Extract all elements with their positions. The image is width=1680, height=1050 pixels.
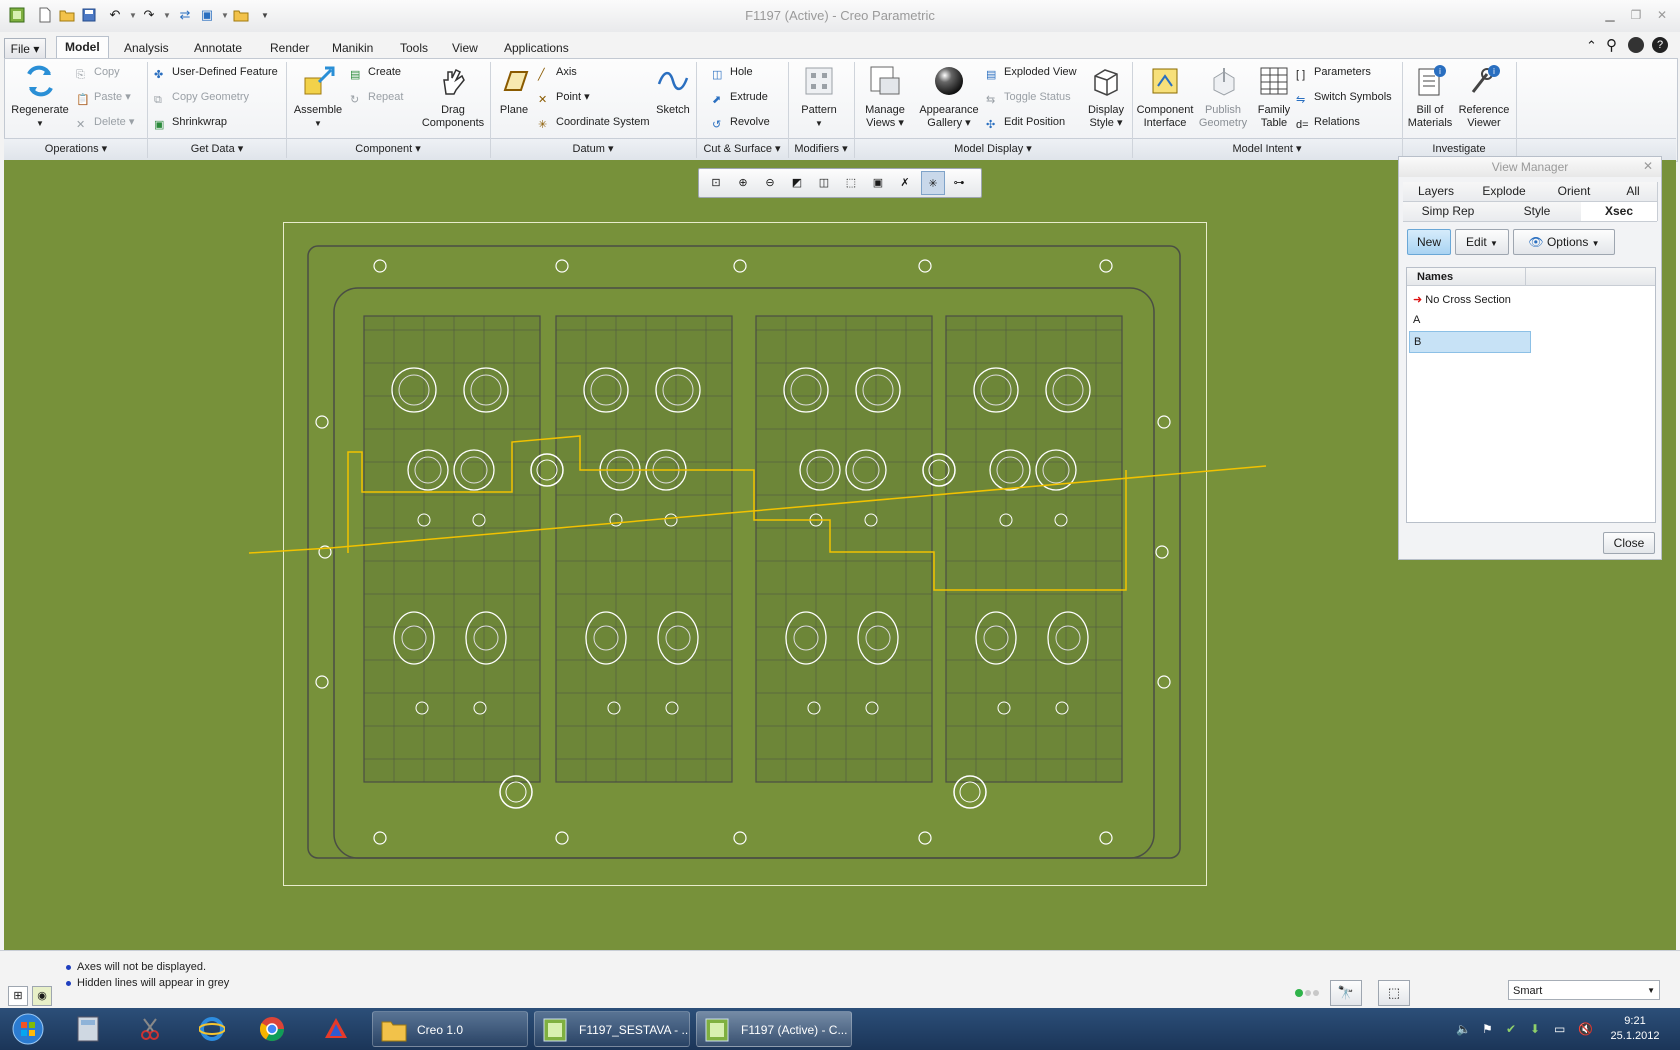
- list-item-label: No Cross Section: [1425, 294, 1511, 306]
- zoom-in-icon[interactable]: ⊕: [732, 171, 754, 193]
- bolt-circle: [1157, 675, 1171, 689]
- view-manager-title: View Manager: [1399, 157, 1661, 177]
- vm-tab-xsec[interactable]: Xsec: [1581, 202, 1658, 221]
- vm-tab-explode[interactable]: Explode: [1469, 182, 1540, 202]
- taskbar-item-f1197-active[interactable]: F1197 (Active) - C...: [696, 1011, 852, 1047]
- system-clock[interactable]: 9:21 25.1.2012: [1600, 1014, 1670, 1044]
- list-item[interactable]: A: [1409, 310, 1529, 330]
- vm-edit-label: Edit: [1466, 235, 1487, 249]
- selection-box-icon[interactable]: ⬚: [1378, 980, 1410, 1006]
- bolt-circle: [733, 259, 747, 273]
- selection-filter-value: Smart: [1513, 985, 1543, 997]
- guide-bushing-inner: [959, 781, 981, 803]
- internet-explorer-icon[interactable]: [190, 1012, 234, 1046]
- bolt-circle: [733, 831, 747, 845]
- cad-app-icon[interactable]: [314, 1012, 358, 1046]
- active-arrow-icon: ➜: [1413, 294, 1423, 306]
- eye-icon: 👁: [1528, 235, 1544, 249]
- bolt-circle: [1099, 259, 1113, 273]
- list-item-label: A: [1413, 314, 1421, 326]
- selection-filter-select[interactable]: Smart ▼: [1508, 980, 1660, 1000]
- security-icon[interactable]: ✔: [1506, 1022, 1516, 1036]
- chevron-down-icon: ▼: [1591, 239, 1600, 248]
- vm-edit-button[interactable]: Edit ▼: [1455, 229, 1509, 255]
- bolt-circle: [315, 675, 329, 689]
- regeneration-status-icon: [1294, 988, 1324, 998]
- browser-toggle-icon[interactable]: ◉: [32, 986, 52, 1006]
- xsec-list: Names ➜ No Cross Section A B: [1406, 267, 1656, 523]
- saved-orientations-icon[interactable]: ⬚: [840, 171, 862, 193]
- cavity-block: [363, 315, 541, 783]
- update-icon[interactable]: ⬇: [1530, 1022, 1540, 1036]
- vm-tab-style[interactable]: Style: [1493, 202, 1582, 222]
- bolt-circle: [315, 415, 329, 429]
- bolt-circle: [1157, 415, 1171, 429]
- bolt-circle: [918, 831, 932, 845]
- message-line: Hidden lines will appear in grey: [66, 977, 229, 989]
- list-item[interactable]: ➜ No Cross Section: [1409, 290, 1529, 310]
- vm-tab-orient[interactable]: Orient: [1539, 182, 1610, 202]
- taskbar-item-sestava[interactable]: F1197_SESTAVA - ...: [534, 1011, 690, 1047]
- bolt-circle: [1099, 831, 1113, 845]
- snipping-tool-icon[interactable]: [128, 1012, 172, 1046]
- vm-tab-simp-rep[interactable]: Simp Rep: [1403, 202, 1494, 222]
- spin-center-icon[interactable]: ✳: [921, 171, 945, 195]
- refit-icon[interactable]: ⊡: [705, 171, 727, 193]
- bolt-circle: [1155, 545, 1169, 559]
- find-binoculars-icon[interactable]: 🔭: [1330, 980, 1362, 1006]
- bolt-circle: [373, 259, 387, 273]
- volume-muted-icon[interactable]: 🔇: [1578, 1022, 1593, 1036]
- cavity-block: [945, 315, 1123, 783]
- separator: [1525, 268, 1526, 286]
- list-item-label: B: [1414, 336, 1422, 348]
- flag-icon[interactable]: ⚑: [1482, 1022, 1493, 1036]
- message-line: Axes will not be displayed.: [66, 961, 206, 973]
- chevron-down-icon: ▼: [1490, 239, 1498, 248]
- names-column-header[interactable]: Names: [1407, 268, 1655, 286]
- taskbar-item-creo-folder[interactable]: Creo 1.0: [372, 1011, 528, 1047]
- annotation-display-icon[interactable]: ⊶: [948, 171, 970, 193]
- vm-options-label: Options: [1546, 235, 1589, 249]
- view-manager-icon[interactable]: ▣: [867, 171, 889, 193]
- bolt-circle: [918, 259, 932, 273]
- list-item-selected[interactable]: B: [1409, 331, 1531, 353]
- datum-display-icon[interactable]: ✗: [894, 171, 916, 193]
- repaint-icon[interactable]: ◩: [786, 171, 808, 193]
- dialog-close-icon[interactable]: ✕: [1643, 159, 1653, 173]
- vm-tab-all[interactable]: All: [1609, 182, 1658, 202]
- bolt-circle: [373, 831, 387, 845]
- speaker-icon[interactable]: 🔈: [1456, 1022, 1471, 1036]
- view-manager-dialog: View Manager ✕ Layers Explode Orient All…: [1398, 156, 1662, 560]
- model-tree-toggle-icon[interactable]: ⊞: [8, 986, 28, 1006]
- vm-options-button[interactable]: 👁 Options ▼: [1513, 229, 1615, 255]
- clock-time: 9:21: [1624, 1015, 1646, 1027]
- guide-bushing-inner: [505, 781, 527, 803]
- vm-tab-layers[interactable]: Layers: [1403, 182, 1470, 202]
- clock-date: 25.1.2012: [1610, 1030, 1660, 1042]
- bolt-circle: [555, 259, 569, 273]
- display-style-view-icon[interactable]: ◫: [813, 171, 835, 193]
- separator: [1403, 221, 1657, 222]
- chevron-down-icon: ▼: [1647, 986, 1655, 995]
- cavity-block: [755, 315, 933, 783]
- chrome-icon[interactable]: [250, 1012, 294, 1046]
- bolt-circle: [555, 831, 569, 845]
- network-icon[interactable]: ▭: [1554, 1022, 1565, 1036]
- calculator-icon[interactable]: [66, 1012, 110, 1046]
- message-area: [0, 950, 1680, 1009]
- vm-new-button[interactable]: New: [1407, 229, 1451, 255]
- start-button[interactable]: [6, 1012, 50, 1046]
- vm-close-button[interactable]: Close: [1603, 532, 1655, 554]
- zoom-out-icon[interactable]: ⊖: [759, 171, 781, 193]
- cavity-block: [555, 315, 733, 783]
